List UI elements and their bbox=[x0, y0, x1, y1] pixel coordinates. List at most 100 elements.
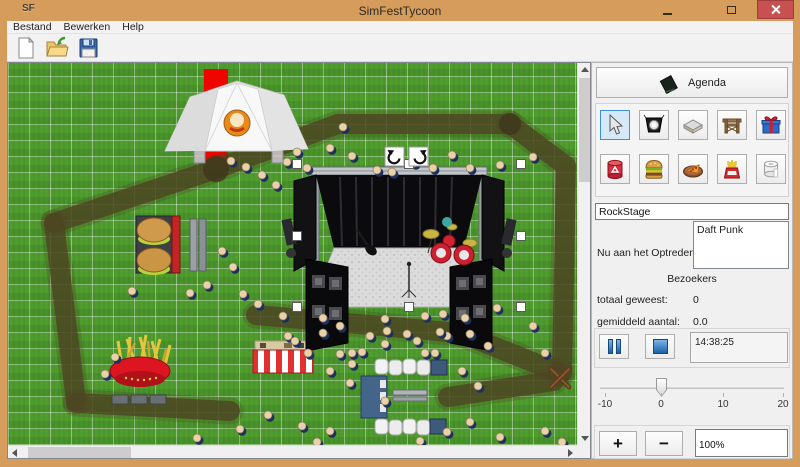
slider-tick bbox=[661, 393, 662, 397]
speed-slider-track[interactable] bbox=[600, 387, 784, 389]
map-area bbox=[7, 62, 591, 459]
visitor bbox=[218, 247, 228, 258]
zoom-controls: + − bbox=[594, 425, 790, 459]
pause-icon bbox=[608, 339, 621, 354]
visitor bbox=[326, 427, 336, 438]
trash-can-icon bbox=[603, 157, 627, 181]
selection-handle[interactable] bbox=[293, 303, 302, 312]
zoom-in-button[interactable]: + bbox=[599, 431, 637, 456]
slider-label-10: 10 bbox=[717, 399, 728, 410]
visitor bbox=[298, 422, 308, 433]
selection-handle[interactable] bbox=[405, 303, 414, 312]
visitor bbox=[229, 263, 239, 274]
visitor bbox=[458, 367, 468, 378]
vertical-scrollbar[interactable] bbox=[577, 63, 590, 445]
rotate-left-button[interactable] bbox=[385, 147, 404, 166]
festival-map[interactable] bbox=[8, 63, 577, 445]
maximize-button[interactable] bbox=[716, 0, 746, 19]
menu-bestand[interactable]: Bestand bbox=[7, 21, 58, 33]
scroll-up-icon[interactable] bbox=[581, 67, 589, 72]
close-icon bbox=[770, 4, 781, 15]
now-performing-section: Nu aan het Optreden: Daft Punk bbox=[595, 221, 789, 270]
pause-button[interactable] bbox=[599, 334, 629, 359]
visitors-avg-value: 0.0 bbox=[693, 316, 708, 328]
visitor bbox=[272, 181, 282, 192]
window-frame bbox=[0, 459, 800, 467]
tool-gift-shop[interactable] bbox=[756, 110, 786, 140]
scroll-left-icon[interactable] bbox=[12, 449, 17, 457]
menu-help[interactable]: Help bbox=[116, 21, 150, 33]
horizontal-scroll-thumb[interactable] bbox=[28, 447, 131, 458]
scroll-down-icon[interactable] bbox=[581, 436, 589, 441]
tool-pizza-stand[interactable] bbox=[678, 154, 708, 184]
visitor bbox=[348, 360, 358, 371]
visitor bbox=[541, 427, 551, 438]
agenda-button[interactable]: Agenda bbox=[596, 67, 788, 98]
app-window: SF SimFestTycoon Bestand Bewerken Help bbox=[0, 0, 800, 467]
now-performing-list[interactable]: Daft Punk bbox=[693, 221, 789, 269]
visitor bbox=[283, 158, 293, 169]
open-file-icon[interactable] bbox=[45, 36, 69, 60]
selection-handle[interactable] bbox=[517, 303, 526, 312]
slider-tick bbox=[723, 393, 724, 397]
selection-handle[interactable] bbox=[517, 232, 526, 241]
slider-tick bbox=[605, 393, 606, 397]
clock-display: 14:38:25 bbox=[690, 332, 788, 363]
pizza-icon bbox=[681, 157, 705, 181]
toolbar bbox=[7, 34, 793, 62]
time-controls: 14:38:25 bbox=[594, 328, 790, 368]
bench[interactable] bbox=[112, 395, 166, 404]
tool-trash-can[interactable] bbox=[600, 154, 630, 184]
visitor bbox=[348, 349, 358, 360]
visitors-section: Bezoekers totaal geweest: 0 gemiddeld aa… bbox=[595, 270, 789, 328]
selection-handle[interactable] bbox=[293, 160, 302, 169]
slider-label-min: -10 bbox=[598, 399, 612, 410]
spotlight-icon bbox=[642, 113, 666, 137]
tool-select-cursor[interactable] bbox=[600, 110, 630, 140]
visitors-total-value: 0 bbox=[693, 294, 699, 306]
visitor bbox=[529, 322, 539, 333]
visitor bbox=[303, 164, 313, 175]
tool-stage-platform[interactable] bbox=[678, 110, 708, 140]
burger-icon bbox=[642, 157, 666, 181]
map-canvas[interactable] bbox=[8, 63, 577, 445]
visitor bbox=[326, 144, 336, 155]
tool-spotlight[interactable] bbox=[639, 110, 669, 140]
visitor bbox=[348, 152, 358, 163]
tool-toilet[interactable] bbox=[756, 154, 786, 184]
visitor bbox=[326, 367, 336, 378]
visitor bbox=[193, 434, 203, 445]
selection-handle[interactable] bbox=[517, 160, 526, 169]
visitor bbox=[558, 438, 568, 445]
menubar: Bestand Bewerken Help bbox=[7, 21, 793, 34]
tool-fries-stand[interactable] bbox=[717, 154, 747, 184]
stop-button[interactable] bbox=[645, 334, 675, 359]
menu-bewerken[interactable]: Bewerken bbox=[58, 21, 117, 33]
tool-burger-stand[interactable] bbox=[639, 154, 669, 184]
gate-icon bbox=[720, 113, 744, 137]
slider-label-max: 20 bbox=[777, 399, 788, 410]
toilet-block[interactable] bbox=[361, 359, 447, 435]
vertical-scroll-thumb[interactable] bbox=[579, 78, 590, 182]
horizontal-scrollbar[interactable] bbox=[8, 445, 577, 458]
save-file-icon[interactable] bbox=[77, 36, 99, 60]
zoom-level-field[interactable] bbox=[695, 429, 788, 457]
tool-entrance-gate[interactable] bbox=[717, 110, 747, 140]
rotate-right-button[interactable] bbox=[409, 147, 428, 166]
striped-stall[interactable] bbox=[253, 341, 313, 373]
bench[interactable] bbox=[190, 219, 206, 271]
visitor bbox=[381, 340, 391, 351]
burger-stand[interactable] bbox=[136, 216, 180, 275]
agenda-label: Agenda bbox=[688, 77, 726, 89]
zoom-out-button[interactable]: − bbox=[645, 431, 683, 456]
now-performing-artist: Daft Punk bbox=[697, 224, 743, 236]
close-button[interactable] bbox=[757, 0, 794, 19]
selection-handle[interactable] bbox=[293, 232, 302, 241]
visitor bbox=[358, 348, 368, 359]
visitors-avg-label: gemiddeld aantal: bbox=[597, 316, 680, 328]
scroll-right-icon[interactable] bbox=[568, 449, 573, 457]
visitor bbox=[443, 428, 453, 439]
minimize-button[interactable] bbox=[652, 0, 682, 19]
new-file-icon[interactable] bbox=[15, 36, 37, 60]
stage-name-input[interactable] bbox=[595, 203, 789, 220]
